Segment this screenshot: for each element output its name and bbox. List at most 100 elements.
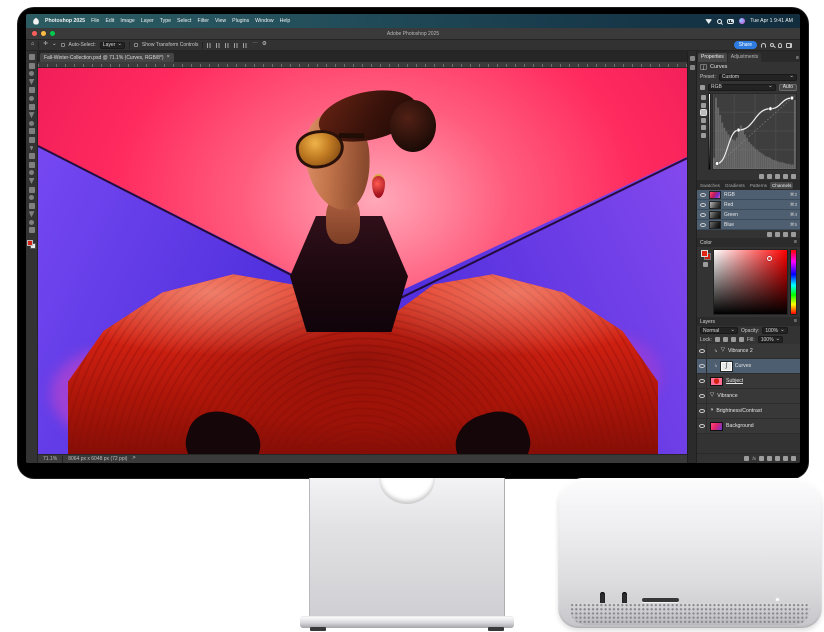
panel-menu-icon[interactable]: ≡ (796, 56, 799, 62)
edit-points-icon[interactable] (701, 95, 706, 100)
layer-visibility-eye-icon[interactable] (699, 424, 705, 428)
menu-type[interactable]: Type (160, 18, 171, 24)
distribute-vertical-icon[interactable] (243, 43, 248, 48)
menu-image[interactable]: Image (120, 18, 134, 24)
delete-adjustment-icon[interactable] (791, 174, 796, 179)
layer-row-subject[interactable]: Subject (697, 374, 800, 389)
layer-row-vibrance[interactable]: ▽ Vibrance (697, 389, 800, 404)
history-panel-icon[interactable] (690, 56, 695, 61)
menu-layer[interactable]: Layer (141, 18, 154, 24)
save-selection-icon[interactable] (775, 232, 780, 237)
workspace-switcher-icon[interactable] (786, 43, 792, 48)
lock-position-icon[interactable] (731, 337, 736, 342)
new-adjustment-layer-icon[interactable] (767, 456, 772, 461)
eyedropper-tool-icon[interactable] (29, 104, 35, 110)
status-arrow-icon[interactable]: > (132, 456, 135, 462)
new-group-icon[interactable] (775, 456, 780, 461)
layer-row-brightness-contrast[interactable]: ◑ Brightness/Contrast (697, 404, 800, 419)
notifications-bell-icon[interactable] (761, 43, 766, 48)
view-previous-state-icon[interactable] (767, 174, 772, 179)
layer-thumbnail[interactable] (710, 377, 723, 386)
document-tab[interactable]: Fall-Winter-Collection.psd @ 71.1% (Curv… (40, 53, 174, 62)
move-tool-icon[interactable] (29, 54, 35, 60)
curves-plot[interactable] (712, 93, 797, 170)
layer-row-vibrance-2[interactable]: ↳ ▽ Vibrance 2 (697, 344, 800, 359)
channel-row-green[interactable]: Green ⌘4 (697, 210, 800, 220)
channel-row-blue[interactable]: Blue ⌘5 (697, 220, 800, 230)
panel-menu-icon[interactable]: ≡ (794, 319, 797, 325)
path-selection-tool-icon[interactable] (29, 195, 34, 200)
menu-file[interactable]: File (91, 18, 99, 24)
show-transform-checkbox[interactable] (134, 43, 138, 47)
align-right-icon[interactable] (225, 43, 230, 48)
pen-tool-icon[interactable] (29, 178, 35, 184)
visibility-eye-icon[interactable] (700, 193, 706, 197)
menu-clock[interactable]: Tue Apr 1 9:41 AM (750, 18, 793, 24)
curves-adjustment-thumbnail[interactable]: ʃ (721, 362, 732, 371)
more-options-icon[interactable]: ⋯ (252, 42, 258, 48)
visibility-icon[interactable] (775, 174, 780, 179)
object-selection-tool-icon[interactable] (29, 79, 35, 85)
tool-preset-chevron-icon[interactable]: ⌄ (52, 42, 57, 48)
visibility-eye-icon[interactable] (700, 223, 706, 227)
draw-curve-pencil-icon[interactable] (701, 103, 706, 108)
new-layer-icon[interactable] (783, 456, 788, 461)
tab-swatches[interactable]: Swatches (698, 182, 722, 189)
fill-dropdown[interactable]: 100% ⌄ (758, 336, 783, 343)
opacity-dropdown[interactable]: 100% ⌄ (762, 327, 787, 334)
apple-icon[interactable] (33, 18, 39, 25)
siri-icon[interactable] (739, 18, 745, 24)
tab-patterns[interactable]: Patterns (748, 182, 769, 189)
panel-menu-icon[interactable]: ≡ (794, 240, 797, 246)
color-cursor[interactable] (767, 256, 772, 261)
smooth-curve-icon[interactable] (701, 110, 706, 115)
delete-channel-icon[interactable] (791, 232, 796, 237)
lock-transparency-icon[interactable] (715, 337, 720, 342)
close-tab-icon[interactable]: × (167, 55, 170, 61)
preset-dropdown[interactable]: Custom ⌄ (719, 74, 797, 81)
layer-visibility-eye-icon[interactable] (699, 394, 705, 398)
add-mask-icon[interactable] (759, 456, 764, 461)
new-channel-icon[interactable] (783, 232, 788, 237)
tab-channels[interactable]: Channels (770, 182, 793, 189)
load-selection-icon[interactable] (767, 232, 772, 237)
move-tool-icon[interactable]: ✛ (43, 42, 48, 48)
tab-gradients[interactable]: Gradients (723, 182, 747, 189)
menu-app-name[interactable]: Photoshop 2025 (45, 18, 85, 24)
channel-dropdown[interactable]: RGB ⌄ (708, 84, 776, 91)
saturation-brightness-field[interactable] (713, 249, 788, 315)
share-button[interactable]: Share (734, 41, 757, 49)
comments-panel-icon[interactable] (690, 65, 695, 70)
shape-tool-icon[interactable] (29, 203, 35, 209)
auto-select-checkbox[interactable] (61, 43, 65, 47)
layer-effects-icon[interactable]: fx (752, 456, 756, 461)
zoom-tool-icon[interactable] (29, 220, 34, 225)
menu-select[interactable]: Select (177, 18, 191, 24)
black-point-eyedropper-icon[interactable] (701, 118, 706, 123)
discover-icon[interactable] (778, 43, 782, 48)
search-icon[interactable] (770, 43, 774, 47)
home-icon[interactable]: ⌂ (31, 42, 34, 48)
zoom-level[interactable]: 71.1% (43, 456, 57, 462)
reset-icon[interactable] (783, 174, 788, 179)
marquee-tool-icon[interactable] (29, 63, 35, 69)
foreground-background-colors[interactable] (27, 240, 36, 249)
white-point-eyedropper-icon[interactable] (701, 133, 706, 138)
auto-select-target-dropdown[interactable]: Layer ⌄ (100, 42, 125, 49)
layer-visibility-eye-icon[interactable] (699, 379, 705, 383)
tab-properties[interactable]: Properties (698, 53, 727, 62)
control-center-icon[interactable] (727, 19, 734, 24)
align-left-icon[interactable] (207, 43, 212, 48)
menu-edit[interactable]: Edit (105, 18, 114, 24)
crop-tool-icon[interactable] (29, 87, 35, 93)
distribute-horizontal-icon[interactable] (234, 43, 239, 48)
brush-tool-icon[interactable] (29, 121, 34, 126)
lock-pixels-icon[interactable] (723, 337, 728, 342)
dodge-tool-icon[interactable] (29, 170, 34, 175)
type-tool-icon[interactable] (29, 187, 35, 193)
menu-plugins[interactable]: Plugins (232, 18, 249, 24)
lock-all-icon[interactable] (739, 337, 744, 342)
blur-tool-icon[interactable] (29, 162, 35, 168)
visibility-eye-icon[interactable] (700, 213, 706, 217)
align-center-icon[interactable] (216, 43, 221, 48)
